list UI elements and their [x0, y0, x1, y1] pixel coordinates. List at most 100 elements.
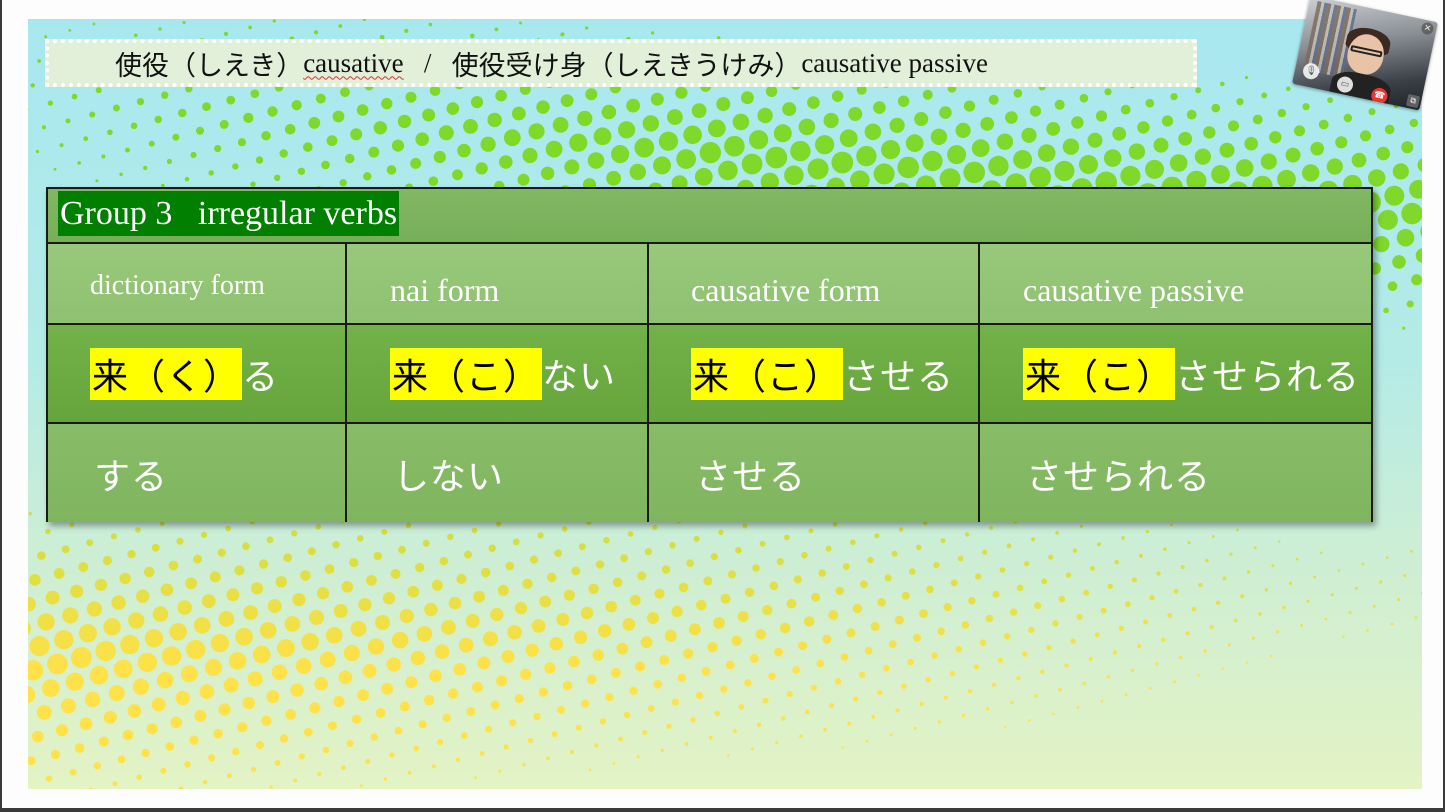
- halftone-dot: [1145, 159, 1164, 179]
- halftone-dot: [338, 24, 343, 28]
- halftone-dot: [647, 612, 659, 624]
- halftone-dot: [327, 721, 337, 731]
- halftone-dot: [683, 648, 694, 659]
- halftone-dot: [79, 717, 93, 731]
- halftone-dot: [143, 566, 155, 578]
- halftone-dot: [874, 533, 880, 539]
- halftone-dot: [1055, 531, 1060, 535]
- halftone-dot: [815, 135, 835, 155]
- halftone-dot: [112, 781, 118, 787]
- halftone-dot: [985, 707, 990, 711]
- halftone-dot: [1282, 605, 1286, 610]
- halftone-dot: [831, 90, 844, 102]
- halftone-dot: [735, 546, 742, 554]
- halftone-dot: [332, 541, 340, 549]
- halftone-dot: [752, 564, 760, 572]
- halftone-dot: [568, 655, 580, 668]
- halftone-dot: [1070, 638, 1076, 644]
- halftone-dot: [1095, 110, 1108, 122]
- halftone-dot: [749, 654, 759, 663]
- halftone-dot: [228, 652, 247, 670]
- halftone-dot: [1148, 686, 1152, 690]
- halftone-dot: [103, 710, 117, 724]
- halftone-dot: [1010, 700, 1014, 705]
- halftone-dot: [117, 755, 126, 764]
- halftone-dot: [658, 131, 679, 151]
- halftone-dot: [453, 663, 467, 676]
- halftone-dot: [1403, 574, 1407, 577]
- halftone-dot: [627, 531, 634, 537]
- halftone-dot: [53, 167, 57, 171]
- halftone-dot: [708, 735, 713, 740]
- halftone-dot: [968, 596, 976, 605]
- conjugation-table: Group 3 irregular verbs dictionary form …: [46, 187, 1373, 522]
- halftone-dot: [189, 735, 199, 745]
- halftone-dot: [446, 102, 460, 115]
- halftone-dot: [593, 127, 612, 146]
- halftone-dot: [701, 667, 711, 676]
- halftone-dot: [398, 545, 406, 554]
- halftone-dot: [1240, 594, 1245, 599]
- halftone-dot: [634, 661, 646, 672]
- halftone-dot: [519, 21, 523, 25]
- halftone-dot: [1016, 584, 1024, 592]
- cell-suru-causative: させる: [649, 424, 980, 522]
- pop-out-icon[interactable]: ⧉: [1405, 93, 1421, 109]
- halftone-dot: [1384, 185, 1405, 206]
- halftone-dot: [423, 694, 435, 706]
- halftone-dot: [839, 129, 858, 148]
- halftone-dot: [873, 101, 886, 114]
- halftone-dot: [832, 522, 838, 527]
- halftone-dot: [77, 161, 81, 165]
- halftone-dot: [901, 683, 907, 689]
- halftone-dot: [939, 106, 952, 119]
- halftone-dot: [61, 545, 70, 554]
- halftone-dot: [148, 140, 155, 147]
- halftone-dot: [112, 104, 120, 112]
- halftone-dot: [1079, 524, 1084, 529]
- halftone-dot: [1235, 159, 1254, 177]
- halftone-dot: [1121, 536, 1125, 540]
- halftone-dot: [175, 690, 190, 706]
- halftone-dot: [1185, 631, 1190, 636]
- halftone-dot: [825, 545, 832, 552]
- halftone-dot: [1191, 606, 1197, 612]
- halftone-dot: [333, 604, 348, 618]
- halftone-dot: [768, 672, 776, 681]
- halftone-dot: [640, 636, 653, 649]
- halftone-dot: [497, 584, 509, 596]
- halftone-dot: [479, 751, 485, 756]
- halftone-dot: [477, 656, 491, 670]
- halftone-dot: [612, 577, 623, 588]
- halftone-dot: [332, 110, 345, 123]
- halftone-dot: [470, 33, 475, 39]
- halftone-dot: [65, 118, 71, 124]
- halftone-dot: [907, 658, 914, 666]
- halftone-dot: [577, 110, 593, 127]
- halftone-dot: [963, 100, 976, 112]
- halftone-dot: [341, 765, 346, 771]
- halftone-dot: [340, 87, 350, 98]
- halftone-dot: [465, 613, 480, 628]
- halftone-dot: [744, 587, 755, 597]
- halftone-dot: [528, 123, 545, 140]
- halftone-dot: [101, 154, 106, 159]
- close-icon[interactable]: ×: [1420, 21, 1435, 36]
- halftone-dot: [498, 769, 502, 773]
- halftone-dot: [136, 774, 142, 780]
- halftone-dot: [1087, 132, 1103, 148]
- halftone-dot: [612, 762, 616, 765]
- halftone-dot: [1401, 202, 1422, 225]
- halftone-dot: [999, 567, 1006, 573]
- halftone-dot: [160, 767, 167, 774]
- halftone-dot: [585, 26, 589, 30]
- halftone-dot: [151, 543, 160, 552]
- halftone-dot: [275, 576, 287, 588]
- halftone-dot: [482, 631, 498, 647]
- halftone-dot: [70, 647, 92, 668]
- halftone-dot: [255, 741, 264, 749]
- halftone-dot: [326, 135, 338, 147]
- halftone-dot: [250, 766, 257, 772]
- halftone-dot: [441, 619, 456, 635]
- halftone-dot: [433, 150, 446, 164]
